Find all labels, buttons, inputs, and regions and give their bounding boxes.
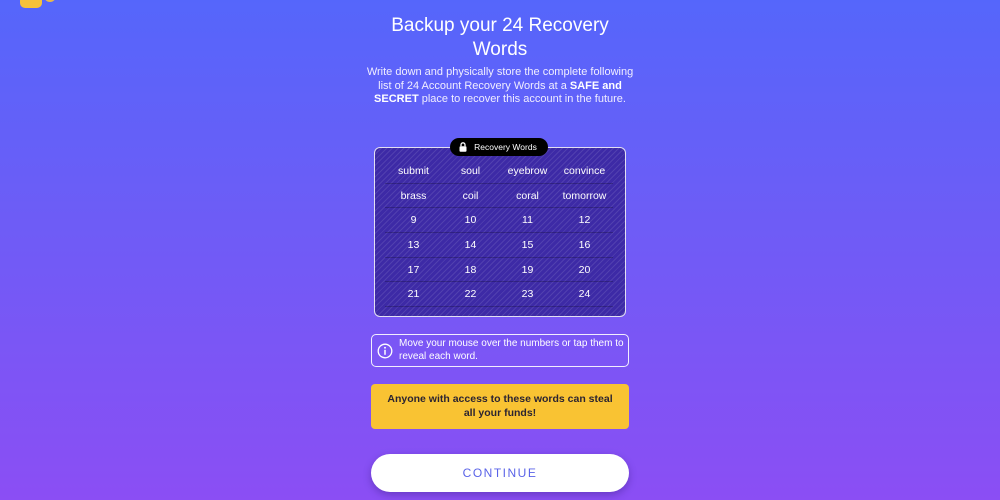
recovery-word-cell[interactable]: 12: [556, 208, 613, 234]
page-title: Backup your 24 Recovery Words: [0, 14, 1000, 62]
recovery-word-cell[interactable]: 20: [556, 258, 613, 283]
info-icon: [377, 343, 393, 358]
recovery-word-cell[interactable]: 16: [556, 233, 613, 258]
recovery-word-cell[interactable]: coil: [442, 184, 499, 209]
recovery-word-cell[interactable]: 21: [385, 282, 442, 308]
recovery-word-cell[interactable]: 24: [556, 282, 613, 308]
continue-button[interactable]: CONTINUE: [371, 454, 629, 492]
recovery-word-cell[interactable]: coral: [499, 184, 556, 209]
recovery-word-cell[interactable]: convince: [556, 159, 613, 184]
recovery-words-grid: submit soul eyebrow convince brass coil coral t…: [385, 159, 613, 308]
reveal-hint: Move your mouse over the numbers or tap …: [371, 334, 629, 367]
security-warning: Anyone with access to these words can st…: [371, 384, 629, 429]
instructions-text-end: place to recover this account in the fut…: [418, 93, 626, 105]
recovery-word-cell[interactable]: brass: [385, 184, 442, 209]
reveal-hint-text: Move your mouse over the numbers or tap …: [399, 338, 624, 362]
lock-icon: [459, 142, 467, 152]
recovery-word-cell[interactable]: eyebrow: [499, 159, 556, 184]
recovery-words-badge-label: Recovery Words: [474, 142, 537, 152]
security-warning-text: Anyone with access to these words can st…: [387, 393, 613, 419]
recovery-word-cell[interactable]: 22: [442, 282, 499, 308]
app-logo-icon: [20, 0, 42, 8]
recovery-word-cell[interactable]: 9: [385, 208, 442, 234]
recovery-words-badge: Recovery Words: [450, 138, 548, 156]
recovery-word-cell[interactable]: soul: [442, 159, 499, 184]
recovery-word-cell[interactable]: 15: [499, 233, 556, 258]
recovery-word-cell[interactable]: submit: [385, 159, 442, 184]
recovery-word-cell[interactable]: 14: [442, 233, 499, 258]
recovery-word-cell[interactable]: 10: [442, 208, 499, 234]
app-logo-accent: [44, 0, 56, 2]
recovery-word-cell[interactable]: 23: [499, 282, 556, 308]
recovery-word-cell[interactable]: 17: [385, 258, 442, 283]
backup-instructions: Write down and physically store the comp…: [360, 66, 640, 107]
recovery-word-cell[interactable]: 18: [442, 258, 499, 283]
page-title-line-2: Words: [472, 39, 528, 60]
page-title-line-1: Backup your 24 Recovery: [391, 15, 609, 36]
recovery-word-cell[interactable]: 19: [499, 258, 556, 283]
recovery-word-cell[interactable]: tomorrow: [556, 184, 613, 209]
recovery-word-cell[interactable]: 11: [499, 208, 556, 234]
recovery-word-cell[interactable]: 13: [385, 233, 442, 258]
